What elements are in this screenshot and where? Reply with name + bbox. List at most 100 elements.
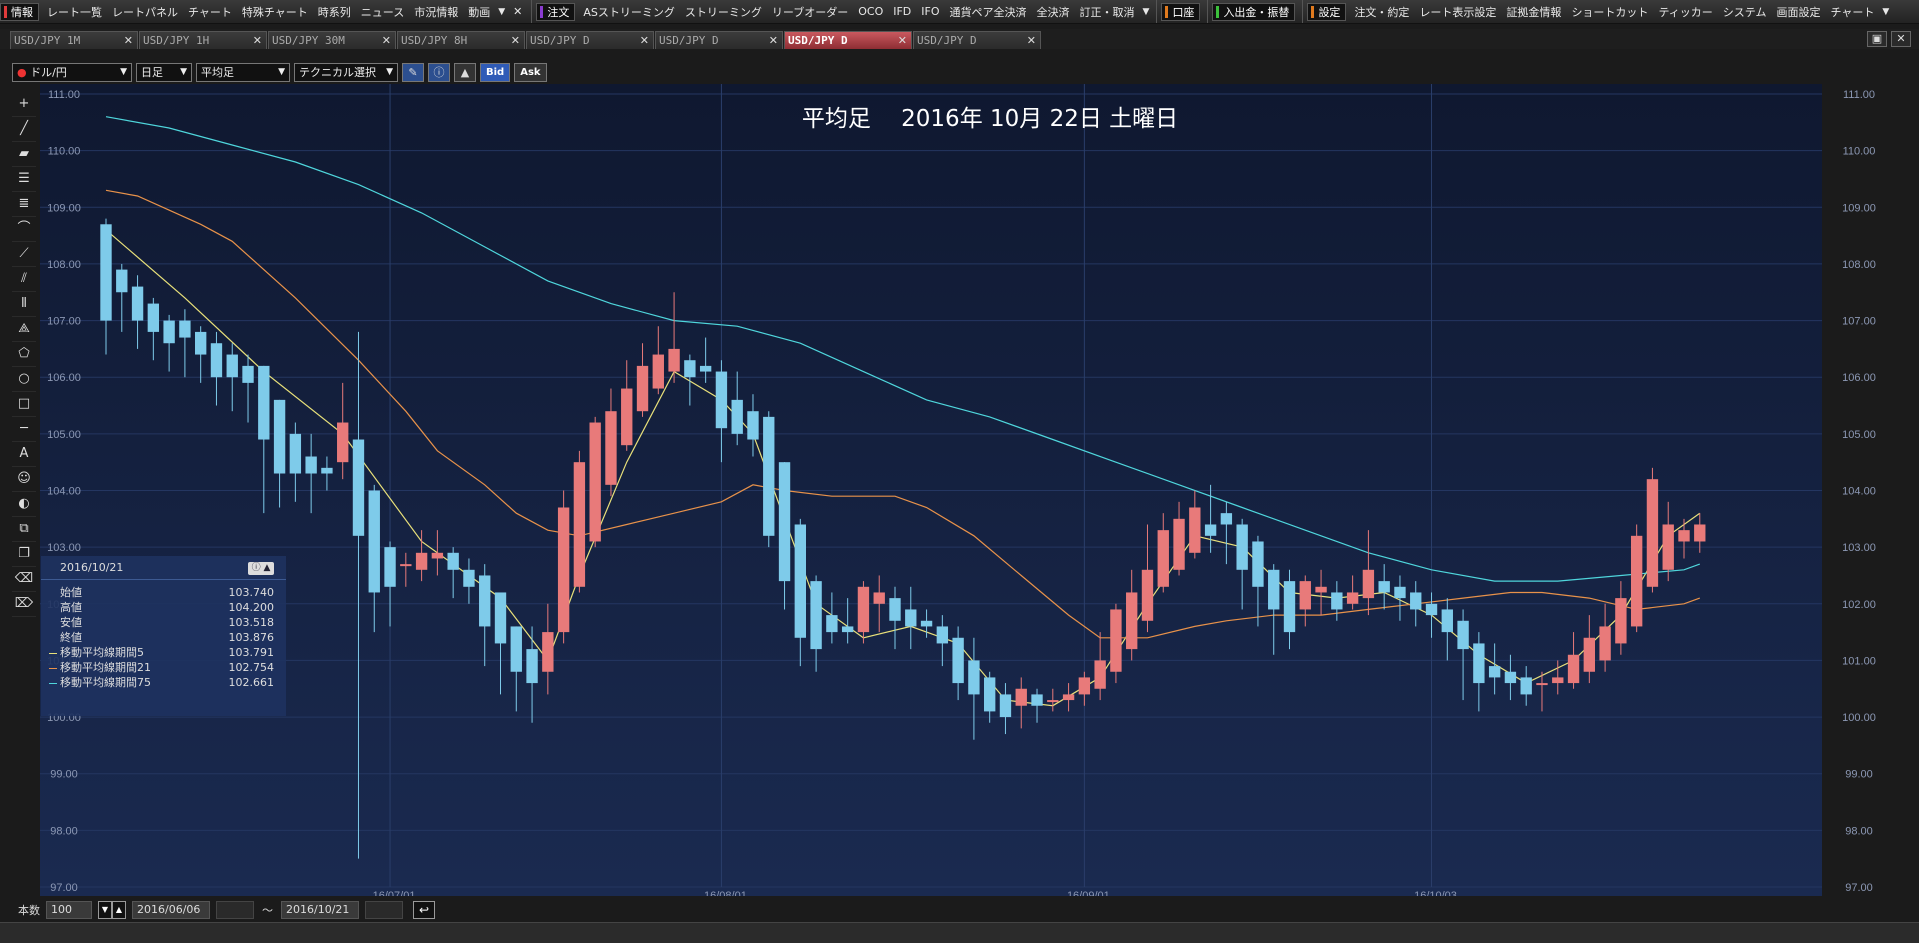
menu-group: 口座 [1156,0,1203,23]
count-down-icon[interactable]: ▼ [98,901,112,919]
menu-head[interactable]: 情報 [0,2,39,21]
menu-more-icon[interactable]: ▼ [1879,7,1892,17]
menu-color-bar [1165,5,1169,18]
menu-more-icon[interactable]: ▼ [495,7,508,17]
tab-close-icon[interactable]: ✕ [382,32,391,49]
info-value: 104.200 [228,601,275,614]
tab-close-icon[interactable]: ✕ [1027,32,1036,49]
apply-range-icon[interactable]: ↩ [413,901,435,919]
menu-item[interactable]: OCO [853,5,888,18]
menu-head-label: 設定 [1318,5,1341,19]
menu-head[interactable]: 設定 [1307,2,1347,21]
menu-item[interactable]: ASストリーミング [578,4,680,20]
menu-item[interactable]: レートパネル [107,4,183,20]
menu-item[interactable]: レート一覧 [42,4,107,20]
candle-body [242,365,254,383]
pen-icon[interactable]: ✎ [402,62,424,82]
menu-item[interactable]: ティッカー [1653,4,1717,20]
menu-item[interactable]: ニュース [356,4,409,20]
menu-item[interactable]: 時系列 [313,4,356,20]
menu-item[interactable]: 動画 [463,4,495,20]
info-row: 高値 104.200 [41,600,286,615]
tab-close-icon[interactable]: ✕ [124,32,133,49]
info-icon[interactable]: ⓘ [428,62,450,82]
flag-icon: ● [17,65,27,79]
menu-more-icon[interactable]: ▼ [1140,7,1153,17]
menu-head[interactable]: 口座 [1161,2,1201,21]
tab-close-icon[interactable]: ✕ [253,32,262,49]
candle-body [557,507,570,633]
chart-tab[interactable]: USD/JPY D ✕ [784,31,912,49]
candle-body [116,269,128,293]
candle-body [1678,530,1690,542]
menu-item[interactable]: 証拠金情報 [1501,4,1566,20]
menu-item[interactable]: ショートカット [1566,4,1653,20]
candle-body [731,399,743,434]
y-tick-label-right: 110.00 [1843,146,1876,158]
count-input[interactable]: 100 [46,901,92,919]
to-date-field[interactable]: 2016/10/21 [281,901,359,919]
menu-head[interactable]: 入出金・振替 [1212,2,1296,21]
close-icon[interactable]: ✕ [508,5,527,18]
count-up-icon[interactable]: ▲ [112,901,126,919]
x-tick-label: 16/10/03 [1414,890,1457,896]
to-time-field[interactable] [365,901,403,919]
y-tick-label-right: 107.00 [1842,316,1876,328]
series-color-mark [49,682,57,684]
price-chart[interactable]: 111.00 111.00 110.00 110.00 109.00 109.00 108.… [0,84,1919,896]
menu-item[interactable]: 訂正・取消 [1075,4,1140,20]
candle-body [1488,666,1501,678]
menu-head-label: 情報 [11,5,33,19]
chart-tab[interactable]: USD/JPY D ✕ [526,31,654,49]
menu-color-bar [540,5,544,18]
period-label: 日足 [141,65,163,79]
currency-pair-select[interactable]: ● ドル/円 ▼ [12,62,132,82]
menu-group: 入出金・振替 [1207,0,1298,23]
ohlc-info-panel: 2016/10/21 ⓘ ▲ 始値 103.740 高値 104.200 安値 103.5… [41,556,286,716]
menu-item[interactable]: 通貨ペア全決済 [945,4,1032,20]
menu-item[interactable]: 全決済 [1032,4,1075,20]
chart-tab[interactable]: USD/JPY D ✕ [655,31,783,49]
menu-item[interactable]: リーブオーダー [767,4,853,20]
tab-close-icon[interactable]: ✕ [898,32,907,49]
menu-item[interactable]: IFD [888,5,916,18]
tab-close-icon[interactable]: ✕ [511,32,520,49]
restore-icon[interactable]: ▣ [1867,31,1887,47]
menu-item[interactable]: 画面設定 [1771,4,1825,20]
tab-close-icon[interactable]: ✕ [640,32,649,49]
candle-body [1110,609,1122,672]
chart-tab[interactable]: USD/JPY 8H ✕ [397,31,525,49]
candle-body [1252,541,1264,587]
menu-item[interactable]: チャート [1825,4,1879,20]
close-icon[interactable]: ✕ [1891,31,1911,47]
tab-close-icon[interactable]: ✕ [769,32,778,49]
from-time-field[interactable] [216,901,254,919]
menu-item[interactable]: レート表示設定 [1414,4,1501,20]
candle-body [1583,637,1596,672]
technical-select[interactable]: テクニカル選択 ▼ [294,62,398,82]
candle-body [226,354,238,378]
candle-body [1141,569,1154,621]
menu-item[interactable]: 市況情報 [409,4,463,20]
period-select[interactable]: 日足 ▼ [136,62,192,82]
menu-item[interactable]: 特殊チャート [237,4,313,20]
chart-tab[interactable]: USD/JPY 1H ✕ [139,31,267,49]
area-chart-icon[interactable]: ▲ [454,62,476,82]
menu-item[interactable]: IFO [916,5,944,18]
y-tick-label-right: 102.00 [1842,599,1876,611]
collapse-icon[interactable]: ⓘ ▲ [248,562,274,575]
tab-label: USD/JPY D [530,34,590,47]
menu-item[interactable]: システム [1718,4,1772,20]
menu-item[interactable]: ストリーミング [680,4,767,20]
menu-head[interactable]: 注文 [536,2,576,21]
from-date-field[interactable]: 2016/06/06 [132,901,210,919]
bid-toggle[interactable]: Bid [480,62,511,82]
chart-type-select[interactable]: 平均足 ▼ [196,62,290,82]
chart-tab[interactable]: USD/JPY D ✕ [913,31,1041,49]
info-row: 移動平均線期間75 102.661 [41,675,286,690]
chart-tab[interactable]: USD/JPY 30M ✕ [268,31,396,49]
chart-tab[interactable]: USD/JPY 1M ✕ [10,31,138,49]
menu-item[interactable]: 注文・約定 [1349,4,1414,20]
menu-item[interactable]: チャート [183,4,237,20]
ask-toggle[interactable]: Ask [514,62,547,82]
